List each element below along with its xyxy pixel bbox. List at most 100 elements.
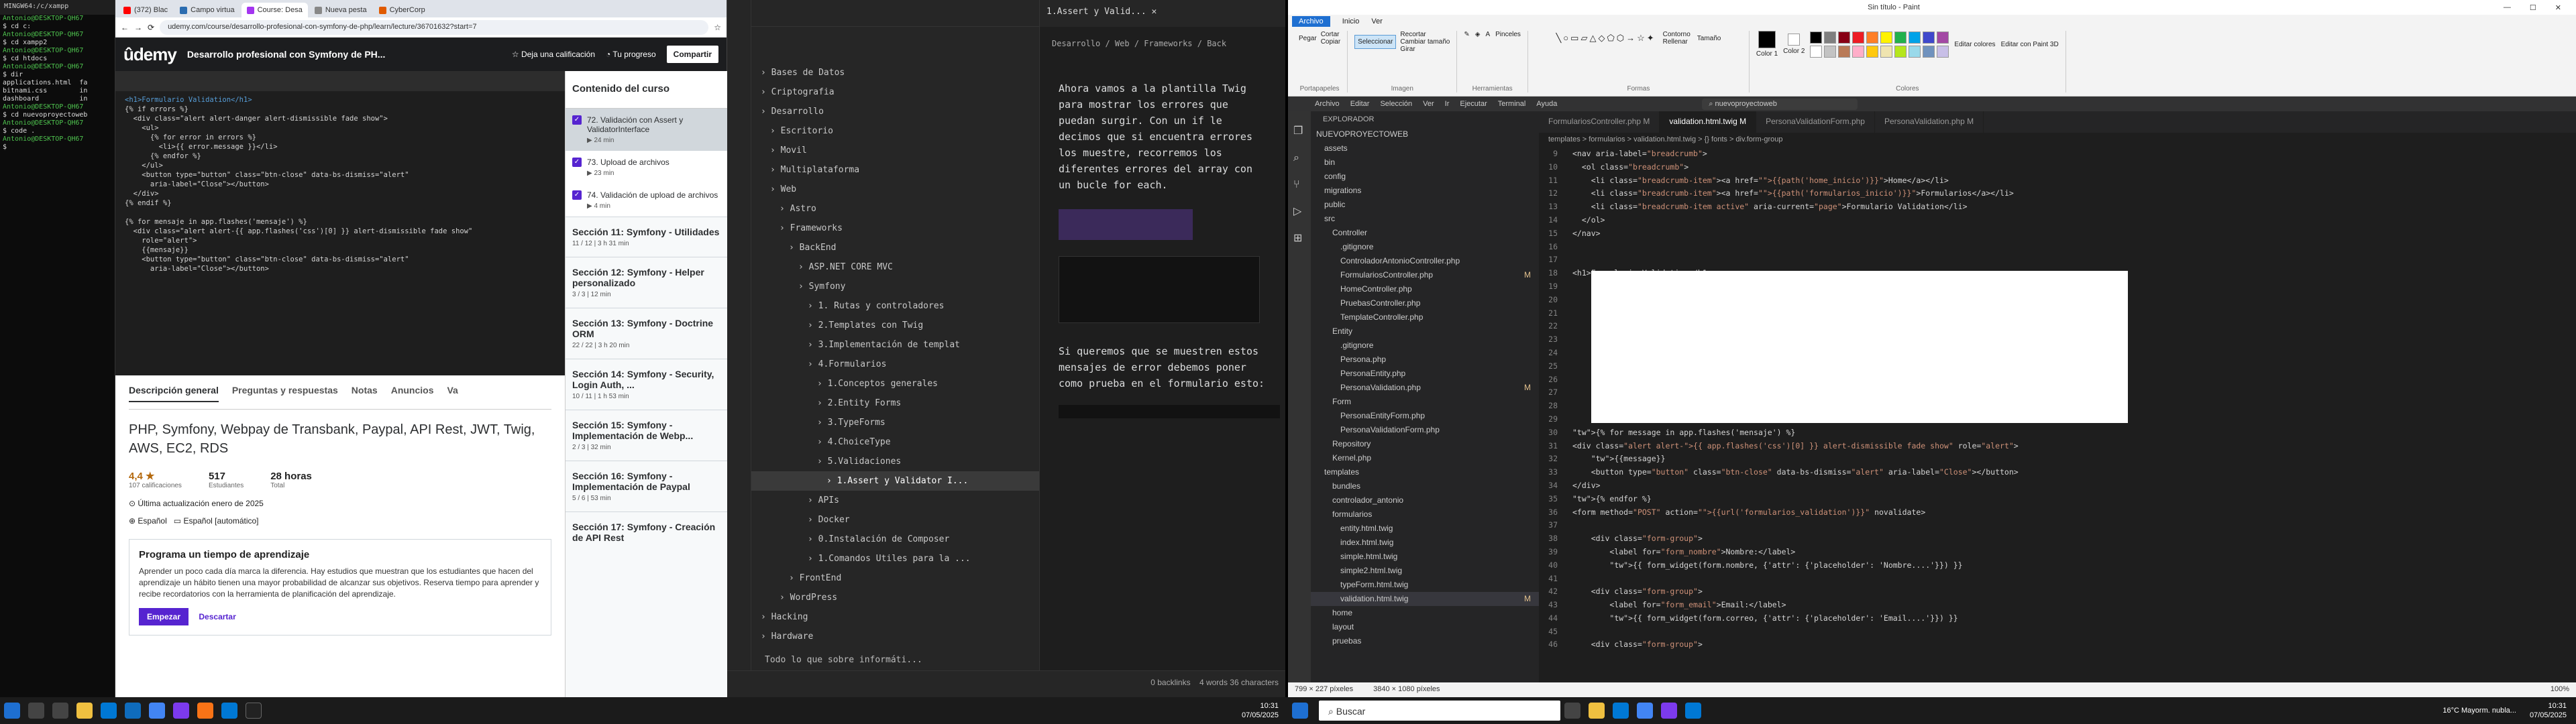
rate-link[interactable]: ☆ Deja una calificación	[512, 50, 595, 59]
note-tab[interactable]: 1.Assert y Valid... ✕	[1040, 0, 1285, 27]
share-button[interactable]: Compartir	[666, 46, 718, 63]
explorer-item[interactable]: Kernel.php	[1311, 451, 1539, 465]
code-editor[interactable]: 9 <nav aria-label="breadcrumb"> 10 <ol cla…	[1539, 147, 2576, 682]
tree-item[interactable]: › Web	[751, 180, 1039, 199]
tree-item[interactable]: › BackEnd	[751, 238, 1039, 257]
search-icon[interactable]: ⌕	[1293, 145, 1305, 172]
course-section[interactable]: Sección 17: Symfony - Creación de API Re…	[566, 511, 727, 552]
zoom-level[interactable]: 100%	[2551, 685, 2569, 695]
file-explorer-icon[interactable]	[76, 703, 93, 719]
lesson-item[interactable]: ✓ 74. Validación de upload de archivos ▶ 4…	[566, 184, 727, 217]
url-input[interactable]: udemy.com/course/desarrollo-profesional-…	[160, 19, 709, 35]
reload-icon[interactable]: ⟳	[148, 23, 154, 32]
explorer-item[interactable]: PersonaEntityForm.php	[1311, 409, 1539, 423]
explorer-item[interactable]: templates	[1311, 465, 1539, 479]
palette-swatch[interactable]	[1838, 31, 1851, 44]
explorer-item[interactable]: .gitignore	[1311, 240, 1539, 254]
tree-item[interactable]: › Movil	[751, 141, 1039, 160]
terminal-output[interactable]: Antonio@DESKTOP-QH67 $ cd c: Antonio@DESKT…	[0, 15, 115, 152]
tree-item[interactable]: › 1.Conceptos generales	[751, 374, 1039, 394]
tree-item[interactable]: › 4.ChoiceType	[751, 432, 1039, 452]
explorer-item[interactable]: Form	[1311, 395, 1539, 409]
app-icon[interactable]	[197, 703, 213, 719]
palette-swatch[interactable]	[1880, 31, 1893, 44]
explorer-item[interactable]: assets	[1311, 141, 1539, 156]
explorer-item[interactable]: home	[1311, 606, 1539, 620]
paint-menu-item[interactable]: Ver	[1371, 17, 1383, 25]
explorer-item[interactable]: validation.html.twig M	[1311, 592, 1539, 606]
course-section[interactable]: Sección 12: Symfony - Helper personaliza…	[566, 257, 727, 308]
terminal-icon[interactable]	[246, 703, 262, 719]
palette-swatch[interactable]	[1824, 45, 1837, 58]
palette-swatch[interactable]	[1824, 31, 1837, 44]
clock-right[interactable]: 10:31 07/05/2025	[2530, 701, 2576, 720]
weather[interactable]: 16°C Mayorm. nubla...	[2443, 707, 2530, 715]
course-tab[interactable]: Preguntas y respuestas	[232, 385, 338, 402]
explorer-item[interactable]: Repository	[1311, 437, 1539, 451]
checkbox-icon[interactable]: ✓	[572, 158, 582, 167]
vscode-menu-item[interactable]: Terminal	[1498, 100, 1526, 108]
course-section[interactable]: Sección 13: Symfony - Doctrine ORM 22 / 2…	[566, 308, 727, 359]
explorer-item[interactable]: pruebas	[1311, 634, 1539, 648]
close-icon[interactable]: ✕	[2555, 3, 2561, 12]
explorer-item[interactable]: HomeController.php	[1311, 282, 1539, 296]
size-button[interactable]: Tamaño	[1697, 35, 1721, 42]
source-control-icon[interactable]: ⑂	[1293, 172, 1305, 198]
palette-swatch[interactable]	[1838, 45, 1851, 58]
explorer-item[interactable]: ControladorAntonioController.php	[1311, 254, 1539, 268]
tree-item[interactable]: › Docker	[751, 510, 1039, 530]
files-icon[interactable]: ❐	[1293, 118, 1305, 145]
back-icon[interactable]: ←	[121, 23, 129, 32]
chrome-icon[interactable]	[1637, 703, 1653, 719]
course-section[interactable]: Sección 15: Symfony - Implementación de …	[566, 410, 727, 461]
explorer-item[interactable]: Entity	[1311, 324, 1539, 339]
explorer-item[interactable]: Controller	[1311, 226, 1539, 240]
text-icon[interactable]: A	[1485, 31, 1490, 38]
lesson-item[interactable]: ✓ 72. Validación con Assert y ValidatorIn…	[566, 109, 727, 151]
note-paragraph-2[interactable]: Si queremos que se muestren estos mensaj…	[1059, 343, 1267, 391]
palette-swatch[interactable]	[1852, 31, 1865, 44]
paint-menu-item[interactable]: Archivo	[1292, 16, 1330, 27]
taskbar-search[interactable]: ⌕ Buscar	[1319, 701, 1560, 721]
tree-item[interactable]: › 2.Entity Forms	[751, 394, 1039, 413]
search-taskbar-icon[interactable]	[28, 703, 44, 719]
vscode-icon[interactable]	[221, 703, 237, 719]
task-view-icon[interactable]	[52, 703, 68, 719]
color2-button[interactable]: Color 2	[1783, 34, 1805, 55]
course-tab[interactable]: Notas	[352, 385, 378, 402]
palette-swatch[interactable]	[1880, 45, 1893, 58]
edge-icon[interactable]	[1613, 703, 1629, 719]
tree-item[interactable]: › Astro	[751, 199, 1039, 219]
file-explorer-icon[interactable]	[1589, 703, 1605, 719]
palette-swatch[interactable]	[1810, 45, 1823, 58]
explorer-item[interactable]: entity.html.twig	[1311, 522, 1539, 536]
palette-swatch[interactable]	[1810, 31, 1823, 44]
rotate-button[interactable]: Girar	[1400, 46, 1450, 53]
browser-window[interactable]: (372) Blac Campo virtua Course: Desa Nueva …	[115, 0, 727, 697]
lesson-item[interactable]: ✓ 73. Upload de archivos ▶ 23 min	[566, 151, 727, 184]
video-player[interactable]: <h1>Formulario Validation</h1> {% if err…	[115, 71, 565, 375]
windows-start-icon[interactable]	[1292, 703, 1308, 719]
course-section[interactable]: Sección 16: Symfony - Implementación de …	[566, 461, 727, 511]
tree-item[interactable]: › 2.Templates con Twig	[751, 316, 1039, 335]
start-button[interactable]: Empezar	[139, 608, 189, 625]
vscode-menu-item[interactable]: Ir	[1445, 100, 1450, 108]
crop-button[interactable]: Recortar	[1400, 31, 1450, 38]
palette-swatch[interactable]	[1909, 31, 1921, 44]
vscode-icon[interactable]	[1685, 703, 1701, 719]
course-section[interactable]: Sección 11: Symfony - Utilidades 11 / 12 …	[566, 217, 727, 257]
explorer-item[interactable]: PersonaValidation.php M	[1311, 381, 1539, 395]
tree-item[interactable]: › 0.Instalación de Composer	[751, 530, 1039, 549]
extensions-icon[interactable]: ⊞	[1293, 225, 1305, 252]
tree-item[interactable]: › APIs	[751, 491, 1039, 510]
edit-colors-button[interactable]: Editar colores	[1954, 41, 1995, 48]
explorer-item[interactable]: src	[1311, 212, 1539, 226]
tree-item[interactable]: › Escritorio	[751, 121, 1039, 141]
run-debug-icon[interactable]: ▷	[1293, 198, 1305, 225]
tree-item[interactable]: › Criptografia	[751, 82, 1039, 102]
dismiss-button[interactable]: Descartar	[191, 608, 244, 625]
tree-item[interactable]: › Desarrollo	[751, 102, 1039, 121]
obsidian-icon[interactable]	[173, 703, 189, 719]
resize-button[interactable]: Cambiar tamaño	[1400, 38, 1450, 46]
explorer-item[interactable]: controlador_antonio	[1311, 493, 1539, 507]
